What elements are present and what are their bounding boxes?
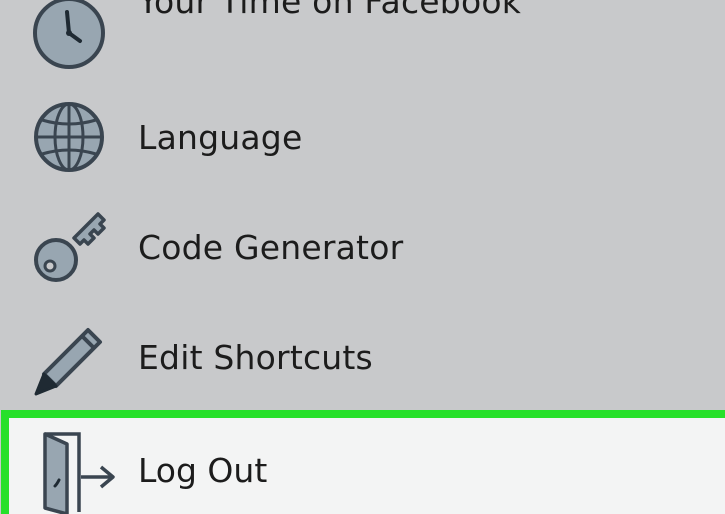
menu-item-label: Log Out — [138, 451, 268, 490]
menu-item-label: Language — [138, 118, 303, 157]
settings-menu: Your Time on Facebook Language Code Gene… — [0, 0, 725, 514]
menu-item-your-time-on-facebook[interactable]: Your Time on Facebook — [0, 0, 725, 84]
menu-item-label: Code Generator — [138, 228, 404, 267]
globe-icon — [30, 98, 108, 176]
menu-item-code-generator[interactable]: Code Generator — [0, 194, 725, 304]
clock-icon — [30, 0, 108, 72]
logout-highlight: Log Out — [1, 410, 725, 514]
menu-item-label: Your Time on Facebook — [138, 0, 522, 21]
menu-item-log-out[interactable]: Log Out — [9, 418, 725, 514]
menu-item-language[interactable]: Language — [0, 84, 725, 194]
menu-item-label: Edit Shortcuts — [138, 338, 373, 377]
key-icon — [30, 208, 108, 286]
menu-item-edit-shortcuts[interactable]: Edit Shortcuts — [0, 304, 725, 414]
pencil-icon — [30, 318, 108, 396]
logout-door-icon — [33, 430, 119, 514]
